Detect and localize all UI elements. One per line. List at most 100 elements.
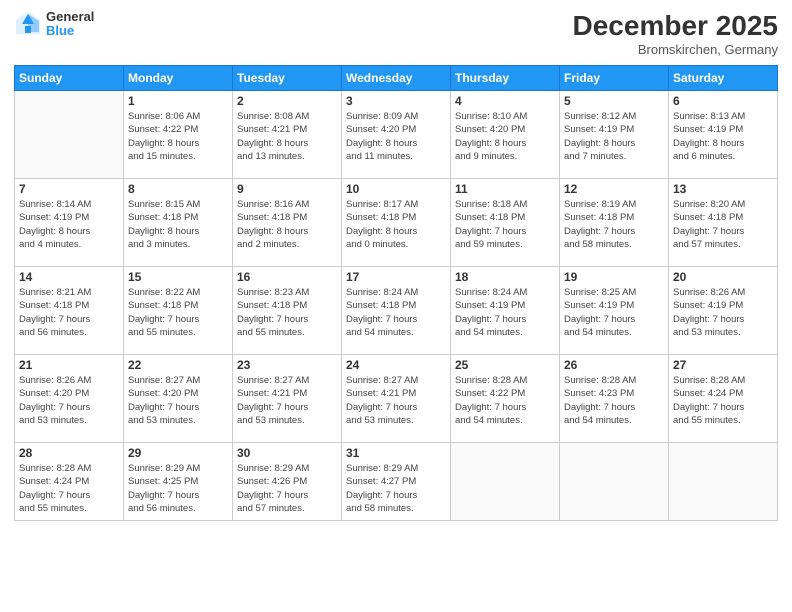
day-number: 17 <box>346 270 446 284</box>
day-number: 29 <box>128 446 228 460</box>
day-number: 18 <box>455 270 555 284</box>
day-info: Sunrise: 8:29 AM Sunset: 4:27 PM Dayligh… <box>346 462 446 515</box>
calendar-week-row: 1 Sunrise: 8:06 AM Sunset: 4:22 PM Daylig… <box>15 91 778 179</box>
table-row: 30 Sunrise: 8:29 AM Sunset: 4:26 PM Dayli… <box>233 443 342 521</box>
table-row: 7Sunrise: 8:14 AM Sunset: 4:19 PM Daylig… <box>15 179 124 267</box>
table-row: 20 Sunrise: 8:26 AM Sunset: 4:19 PM Dayli… <box>669 267 778 355</box>
calendar-week-row: 21 Sunrise: 8:26 AM Sunset: 4:20 PM Dayli… <box>15 355 778 443</box>
day-number: 15 <box>128 270 228 284</box>
calendar-subtitle: Bromskirchen, Germany <box>573 42 778 57</box>
day-number: 13 <box>673 182 773 196</box>
day-info: Sunrise: 8:10 AM Sunset: 4:20 PM Dayligh… <box>455 110 555 163</box>
day-number: 4 <box>455 94 555 108</box>
day-info: Sunrise: 8:13 AM Sunset: 4:19 PM Dayligh… <box>673 110 773 163</box>
table-row: 15 Sunrise: 8:22 AM Sunset: 4:18 PM Dayli… <box>124 267 233 355</box>
day-info: Sunrise: 8:27 AM Sunset: 4:20 PM Dayligh… <box>128 374 228 427</box>
header: General Blue December 2025 Bromskirchen,… <box>14 10 778 57</box>
day-number: 24 <box>346 358 446 372</box>
title-block: December 2025 Bromskirchen, Germany <box>573 10 778 57</box>
table-row <box>451 443 560 521</box>
calendar-table: Sunday Monday Tuesday Wednesday Thursday… <box>14 65 778 521</box>
table-row: 22 Sunrise: 8:27 AM Sunset: 4:20 PM Dayli… <box>124 355 233 443</box>
day-info: Sunrise: 8:08 AM Sunset: 4:21 PM Dayligh… <box>237 110 337 163</box>
table-row: 1 Sunrise: 8:06 AM Sunset: 4:22 PM Daylig… <box>124 91 233 179</box>
table-row: 21 Sunrise: 8:26 AM Sunset: 4:20 PM Dayli… <box>15 355 124 443</box>
logo: General Blue <box>14 10 94 39</box>
weekday-header-row: Sunday Monday Tuesday Wednesday Thursday… <box>15 66 778 91</box>
day-info: Sunrise: 8:29 AM Sunset: 4:26 PM Dayligh… <box>237 462 337 515</box>
table-row: 31 Sunrise: 8:29 AM Sunset: 4:27 PM Dayli… <box>342 443 451 521</box>
day-info: Sunrise: 8:12 AM Sunset: 4:19 PM Dayligh… <box>564 110 664 163</box>
table-row: 8 Sunrise: 8:15 AM Sunset: 4:18 PM Daylig… <box>124 179 233 267</box>
day-number: 22 <box>128 358 228 372</box>
table-row: 2Sunrise: 8:08 AM Sunset: 4:21 PM Daylig… <box>233 91 342 179</box>
day-number: 21 <box>19 358 119 372</box>
day-number: 20 <box>673 270 773 284</box>
day-info: Sunrise: 8:23 AM Sunset: 4:18 PM Dayligh… <box>237 286 337 339</box>
calendar-title: December 2025 <box>573 10 778 42</box>
day-number: 5 <box>564 94 664 108</box>
day-info: Sunrise: 8:15 AM Sunset: 4:18 PM Dayligh… <box>128 198 228 251</box>
day-info: Sunrise: 8:26 AM Sunset: 4:19 PM Dayligh… <box>673 286 773 339</box>
day-number: 25 <box>455 358 555 372</box>
calendar-week-row: 7Sunrise: 8:14 AM Sunset: 4:19 PM Daylig… <box>15 179 778 267</box>
calendar-week-row: 28 Sunrise: 8:28 AM Sunset: 4:24 PM Dayli… <box>15 443 778 521</box>
table-row: 17Sunrise: 8:24 AM Sunset: 4:18 PM Dayli… <box>342 267 451 355</box>
table-row: 3 Sunrise: 8:09 AM Sunset: 4:20 PM Daylig… <box>342 91 451 179</box>
day-info: Sunrise: 8:18 AM Sunset: 4:18 PM Dayligh… <box>455 198 555 251</box>
table-row: 26Sunrise: 8:28 AM Sunset: 4:23 PM Dayli… <box>560 355 669 443</box>
day-info: Sunrise: 8:25 AM Sunset: 4:19 PM Dayligh… <box>564 286 664 339</box>
table-row: 9Sunrise: 8:16 AM Sunset: 4:18 PM Daylig… <box>233 179 342 267</box>
day-number: 8 <box>128 182 228 196</box>
day-info: Sunrise: 8:22 AM Sunset: 4:18 PM Dayligh… <box>128 286 228 339</box>
day-number: 26 <box>564 358 664 372</box>
day-number: 6 <box>673 94 773 108</box>
day-info: Sunrise: 8:28 AM Sunset: 4:22 PM Dayligh… <box>455 374 555 427</box>
day-number: 16 <box>237 270 337 284</box>
day-info: Sunrise: 8:26 AM Sunset: 4:20 PM Dayligh… <box>19 374 119 427</box>
day-info: Sunrise: 8:14 AM Sunset: 4:19 PM Dayligh… <box>19 198 119 251</box>
header-monday: Monday <box>124 66 233 91</box>
table-row: 12Sunrise: 8:19 AM Sunset: 4:18 PM Dayli… <box>560 179 669 267</box>
day-number: 14 <box>19 270 119 284</box>
table-row: 29 Sunrise: 8:29 AM Sunset: 4:25 PM Dayli… <box>124 443 233 521</box>
day-info: Sunrise: 8:20 AM Sunset: 4:18 PM Dayligh… <box>673 198 773 251</box>
day-info: Sunrise: 8:28 AM Sunset: 4:24 PM Dayligh… <box>673 374 773 427</box>
table-row: 13 Sunrise: 8:20 AM Sunset: 4:18 PM Dayli… <box>669 179 778 267</box>
page: General Blue December 2025 Bromskirchen,… <box>0 0 792 612</box>
logo-icon <box>14 10 42 38</box>
day-number: 11 <box>455 182 555 196</box>
day-number: 30 <box>237 446 337 460</box>
day-info: Sunrise: 8:29 AM Sunset: 4:25 PM Dayligh… <box>128 462 228 515</box>
table-row: 25 Sunrise: 8:28 AM Sunset: 4:22 PM Dayli… <box>451 355 560 443</box>
header-tuesday: Tuesday <box>233 66 342 91</box>
day-number: 1 <box>128 94 228 108</box>
table-row: 14 Sunrise: 8:21 AM Sunset: 4:18 PM Dayli… <box>15 267 124 355</box>
table-row: 10Sunrise: 8:17 AM Sunset: 4:18 PM Dayli… <box>342 179 451 267</box>
day-number: 19 <box>564 270 664 284</box>
header-wednesday: Wednesday <box>342 66 451 91</box>
day-number: 3 <box>346 94 446 108</box>
day-number: 10 <box>346 182 446 196</box>
day-number: 31 <box>346 446 446 460</box>
day-info: Sunrise: 8:09 AM Sunset: 4:20 PM Dayligh… <box>346 110 446 163</box>
day-info: Sunrise: 8:06 AM Sunset: 4:22 PM Dayligh… <box>128 110 228 163</box>
table-row: 28 Sunrise: 8:28 AM Sunset: 4:24 PM Dayli… <box>15 443 124 521</box>
table-row: 4 Sunrise: 8:10 AM Sunset: 4:20 PM Daylig… <box>451 91 560 179</box>
table-row: 18 Sunrise: 8:24 AM Sunset: 4:19 PM Dayli… <box>451 267 560 355</box>
header-sunday: Sunday <box>15 66 124 91</box>
header-friday: Friday <box>560 66 669 91</box>
table-row: 24Sunrise: 8:27 AM Sunset: 4:21 PM Dayli… <box>342 355 451 443</box>
day-info: Sunrise: 8:28 AM Sunset: 4:24 PM Dayligh… <box>19 462 119 515</box>
day-number: 23 <box>237 358 337 372</box>
table-row <box>15 91 124 179</box>
day-number: 28 <box>19 446 119 460</box>
day-info: Sunrise: 8:24 AM Sunset: 4:19 PM Dayligh… <box>455 286 555 339</box>
day-info: Sunrise: 8:21 AM Sunset: 4:18 PM Dayligh… <box>19 286 119 339</box>
table-row: 5 Sunrise: 8:12 AM Sunset: 4:19 PM Daylig… <box>560 91 669 179</box>
table-row: 11 Sunrise: 8:18 AM Sunset: 4:18 PM Dayli… <box>451 179 560 267</box>
table-row: 6 Sunrise: 8:13 AM Sunset: 4:19 PM Daylig… <box>669 91 778 179</box>
calendar-week-row: 14 Sunrise: 8:21 AM Sunset: 4:18 PM Dayli… <box>15 267 778 355</box>
table-row <box>560 443 669 521</box>
logo-general-text: General <box>46 10 94 24</box>
